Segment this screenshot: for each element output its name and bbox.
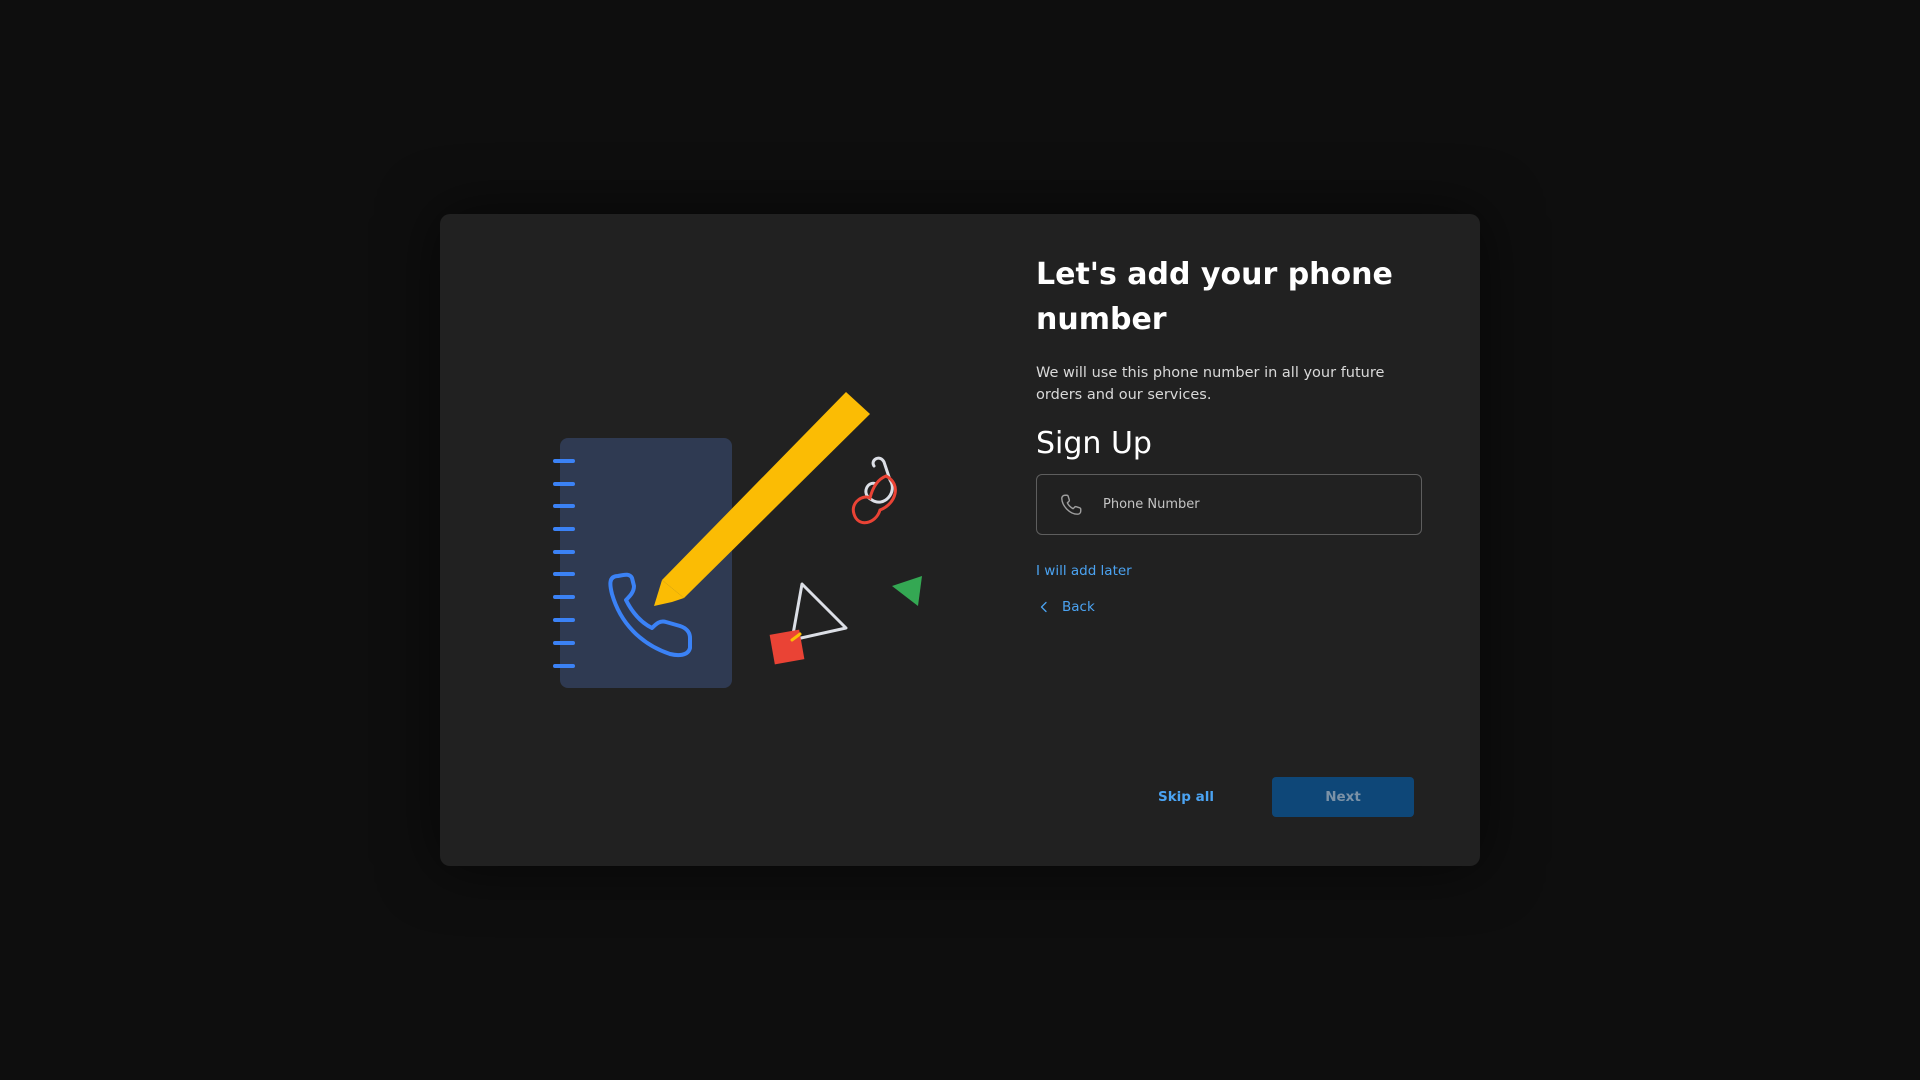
skip-all-button[interactable]: Skip all (1126, 777, 1246, 817)
back-button[interactable]: Back (1036, 599, 1096, 615)
paperclip-icon (851, 456, 897, 525)
page-title: Let's add your phone number (1036, 257, 1393, 337)
next-button[interactable]: Next (1272, 777, 1414, 817)
square-icon (769, 629, 805, 665)
add-later-link[interactable]: I will add later (1036, 563, 1132, 579)
phone-illustration (440, 214, 1020, 866)
signup-form: Let's add your phone number We will use … (1036, 252, 1426, 615)
phone-number-input[interactable] (1101, 496, 1421, 513)
back-label: Back (1062, 599, 1095, 615)
outline-triangle-icon (790, 582, 848, 642)
triangle-icon (892, 576, 922, 606)
signup-dialog: Let's add your phone number We will use … (440, 214, 1480, 866)
dialog-footer: Skip all Next (1126, 777, 1426, 817)
section-heading: Sign Up (1036, 426, 1152, 461)
phone-icon (1057, 491, 1085, 519)
phone-number-field[interactable] (1036, 474, 1422, 535)
chevron-left-icon (1040, 601, 1047, 613)
description-text: We will use this phone number in all you… (1036, 365, 1385, 403)
